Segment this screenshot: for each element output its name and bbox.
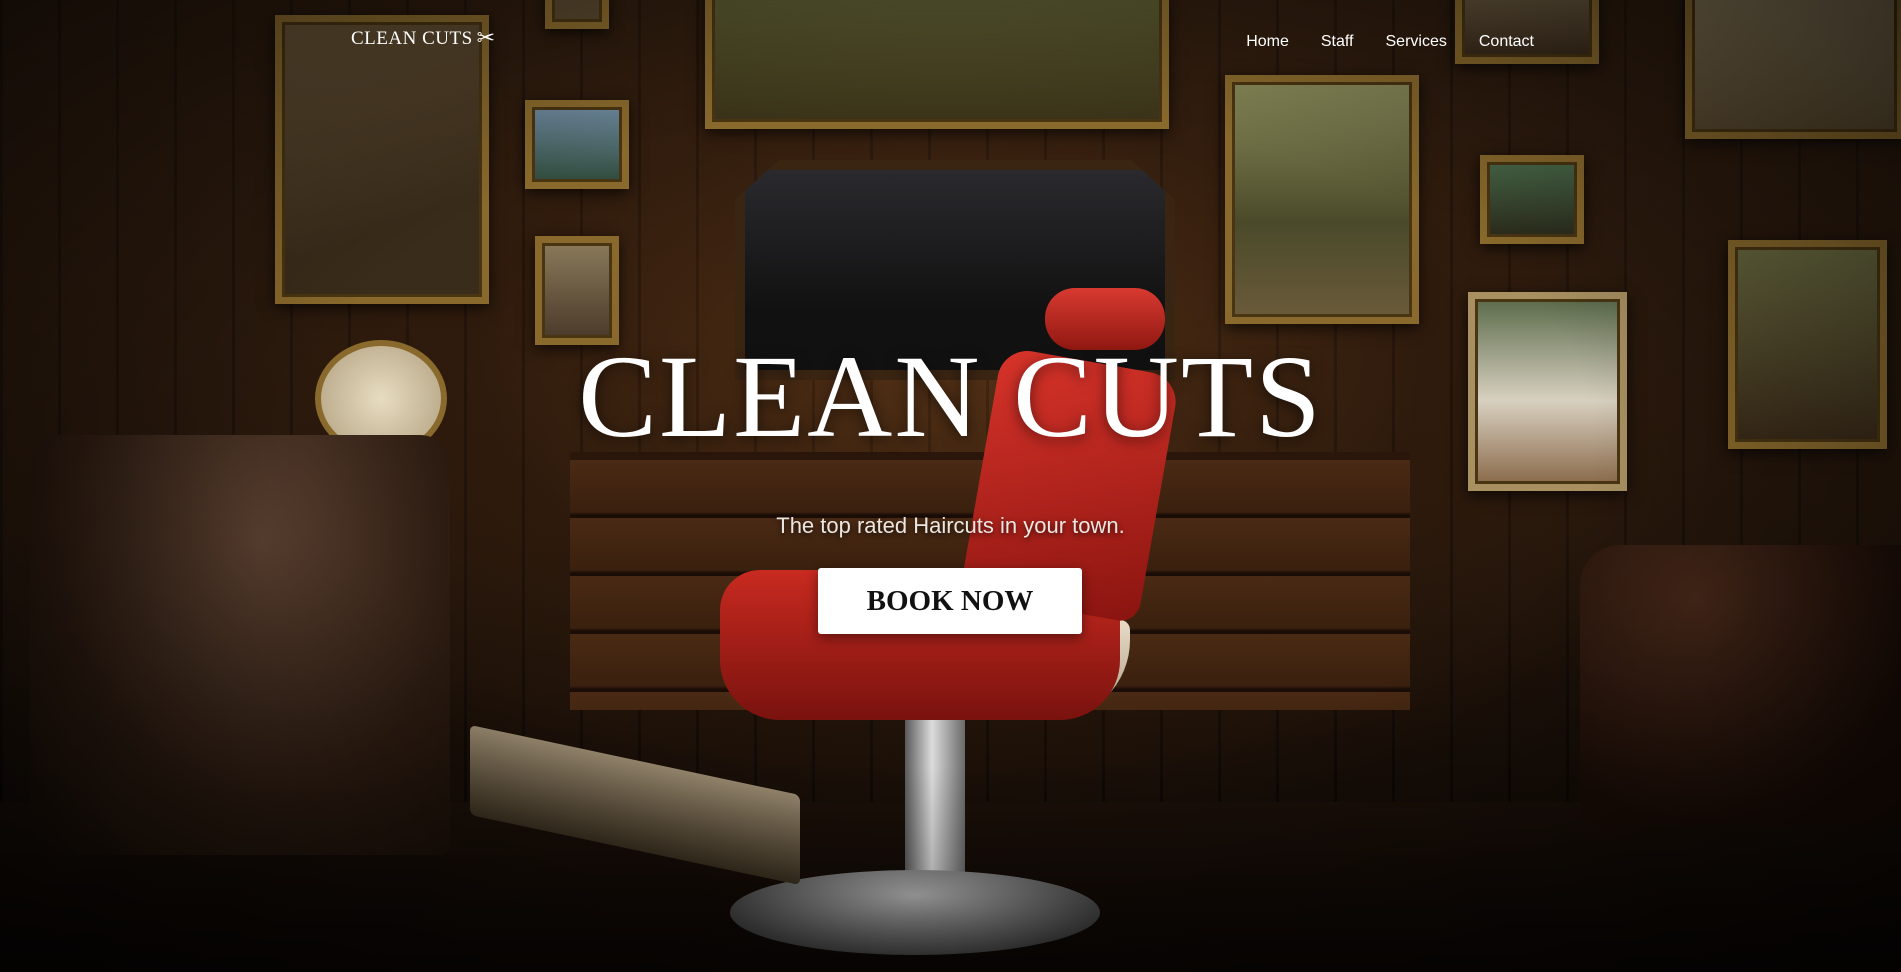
hero-section: CLEAN CUTS ✂ Home Staff Services Contact… bbox=[0, 0, 1901, 972]
book-now-button[interactable]: BOOK NOW bbox=[818, 568, 1082, 634]
hero-subtitle: The top rated Haircuts in your town. bbox=[776, 513, 1125, 538]
hero-title: CLEAN CUTS bbox=[578, 331, 1323, 462]
hero-content: CLEAN CUTS The top rated Haircuts in you… bbox=[0, 0, 1901, 972]
